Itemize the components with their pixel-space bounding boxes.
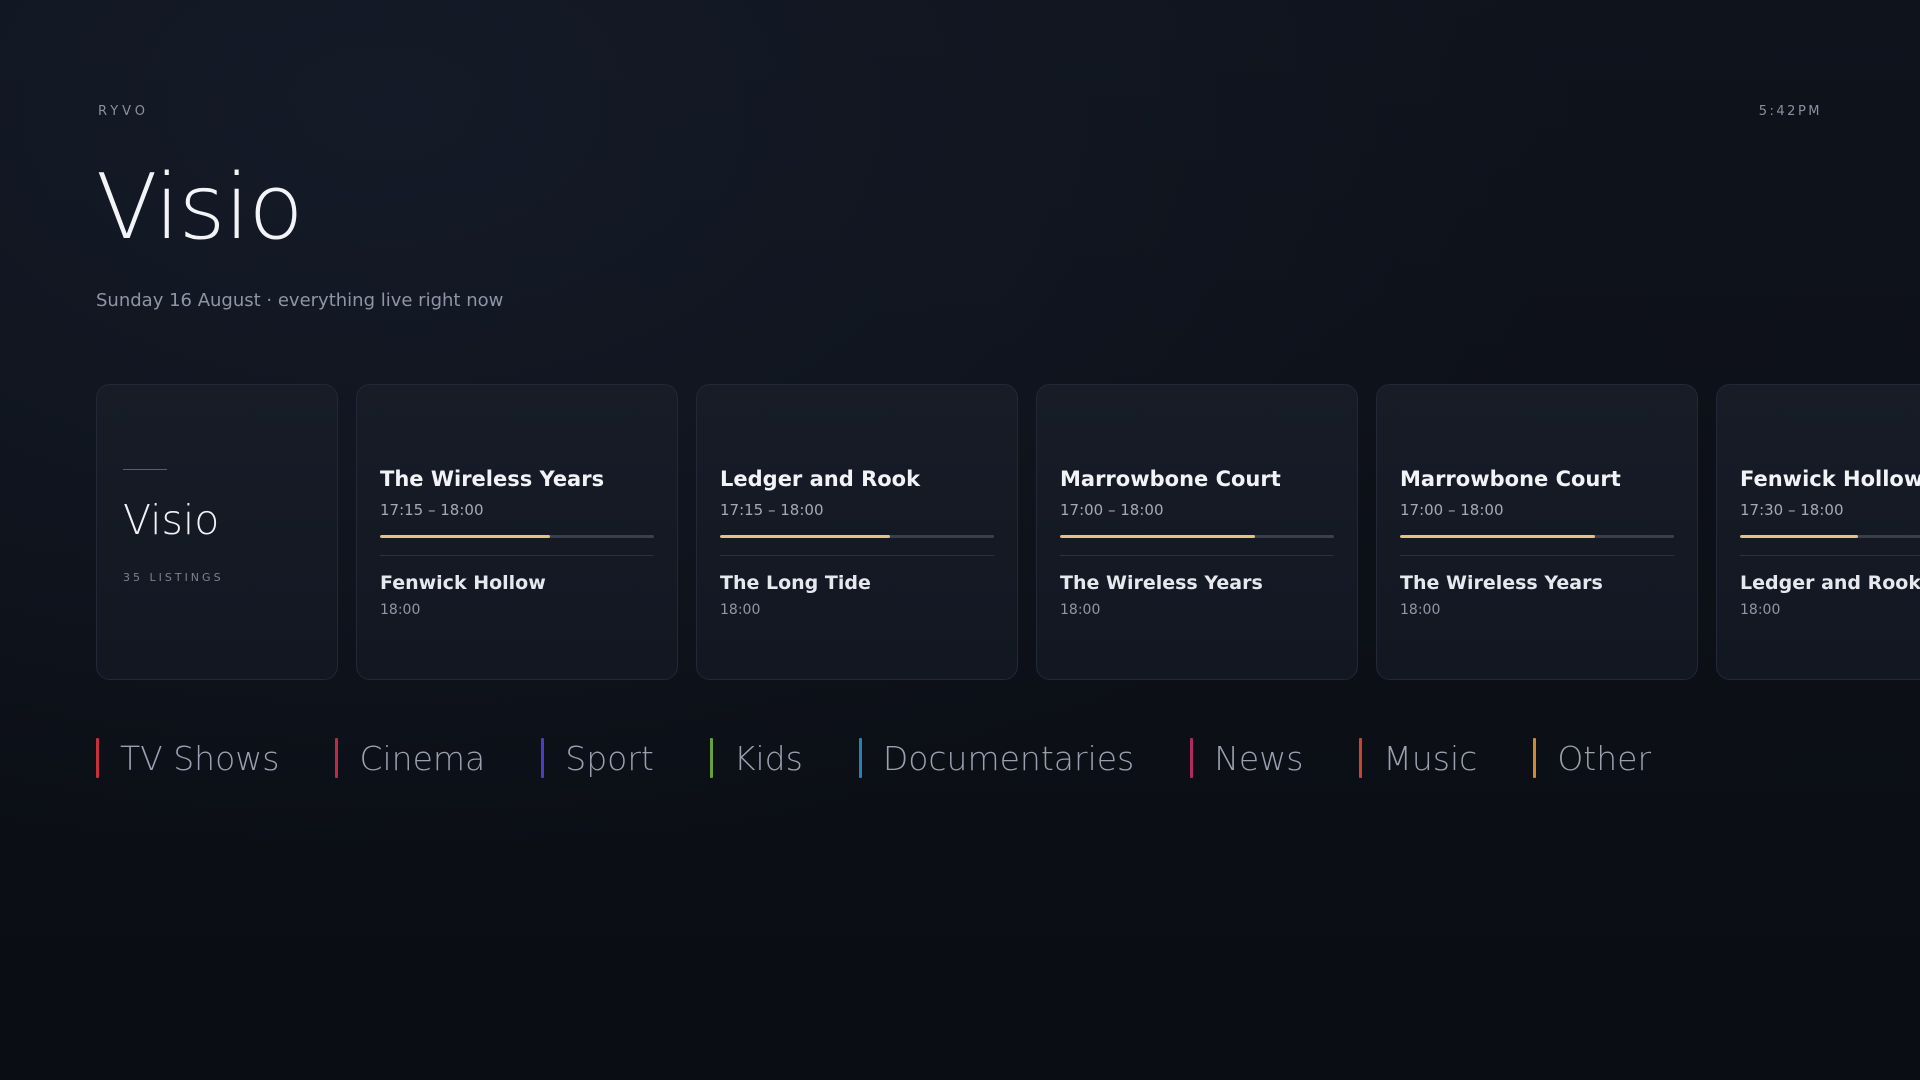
now-time: 17:15 – 18:00 xyxy=(720,501,824,519)
page-title: Visio xyxy=(96,155,304,260)
progress-fill xyxy=(720,535,890,538)
category-color-bar xyxy=(96,738,99,778)
channel-accent-rule xyxy=(123,469,167,470)
progress-bar xyxy=(1740,535,1920,538)
card-divider xyxy=(720,555,994,556)
progress-bar xyxy=(1400,535,1674,538)
next-title: The Wireless Years xyxy=(1060,572,1263,594)
category-sport[interactable]: Sport xyxy=(541,738,654,778)
listing-card[interactable]: Marrowbone Court 17:00 – 18:00 The Wirel… xyxy=(1376,384,1698,680)
category-label: Sport xyxy=(565,738,654,778)
next-title: The Long Tide xyxy=(720,572,871,594)
progress-bar xyxy=(1060,535,1334,538)
category-label: Cinema xyxy=(359,738,486,778)
next-title: Ledger and Rook xyxy=(1740,572,1920,594)
card-divider xyxy=(1060,555,1334,556)
category-color-bar xyxy=(335,738,339,778)
next-title: Fenwick Hollow xyxy=(380,572,546,594)
clock: 5:42PM xyxy=(1758,104,1822,119)
category-tv-shows[interactable]: TV Shows xyxy=(96,738,279,778)
now-title: The Wireless Years xyxy=(380,467,605,491)
channel-name: Visio xyxy=(123,496,220,544)
card-divider xyxy=(1400,555,1674,556)
progress-fill xyxy=(1400,535,1595,538)
category-label: Other xyxy=(1557,738,1652,778)
category-color-bar xyxy=(1190,738,1194,778)
card-divider xyxy=(380,555,654,556)
now-title: Marrowbone Court xyxy=(1060,467,1281,491)
category-nav: TV Shows Cinema Sport Kids Documentaries… xyxy=(96,738,1707,778)
next-time: 18:00 xyxy=(1400,602,1441,618)
category-label: Kids xyxy=(733,738,803,778)
now-time: 17:00 – 18:00 xyxy=(1400,501,1504,519)
category-label: Documentaries xyxy=(882,738,1135,778)
category-other[interactable]: Other xyxy=(1533,738,1651,778)
now-time: 17:15 – 18:00 xyxy=(380,501,484,519)
listing-card[interactable]: Marrowbone Court 17:00 – 18:00 The Wirel… xyxy=(1036,384,1358,680)
listing-card[interactable]: Fenwick Hollow 17:30 – 18:00 Ledger and … xyxy=(1716,384,1920,680)
category-color-bar xyxy=(1359,738,1363,778)
category-kids[interactable]: Kids xyxy=(709,738,803,778)
category-music[interactable]: Music xyxy=(1359,738,1477,778)
next-title: The Wireless Years xyxy=(1400,572,1603,594)
category-news[interactable]: News xyxy=(1190,738,1303,778)
now-time: 17:00 – 18:00 xyxy=(1060,501,1164,519)
category-label: Music xyxy=(1383,738,1478,778)
category-documentaries[interactable]: Documentaries xyxy=(858,738,1135,778)
category-label: News xyxy=(1214,738,1304,778)
progress-fill xyxy=(1740,535,1858,538)
listing-count: 35 LISTINGS xyxy=(123,571,224,584)
next-time: 18:00 xyxy=(380,602,421,618)
progress-bar xyxy=(720,535,994,538)
brand-logo: RYVO xyxy=(98,104,150,119)
next-time: 18:00 xyxy=(1060,602,1101,618)
listing-card[interactable]: The Wireless Years 17:15 – 18:00 Fenwick… xyxy=(356,384,678,680)
progress-fill xyxy=(380,535,550,538)
page-subtitle: Sunday 16 August · everything live right… xyxy=(96,290,504,311)
progress-fill xyxy=(1060,535,1255,538)
category-cinema[interactable]: Cinema xyxy=(335,738,485,778)
card-divider xyxy=(1740,555,1920,556)
now-title: Fenwick Hollow xyxy=(1740,467,1920,491)
now-time: 17:30 – 18:00 xyxy=(1740,501,1844,519)
listing-rail: Visio 35 LISTINGS The Wireless Years 17:… xyxy=(96,384,1920,680)
next-time: 18:00 xyxy=(1740,602,1781,618)
guide-screen: RYVO 5:42PM Visio Sunday 16 August · eve… xyxy=(0,0,1920,1080)
now-title: Ledger and Rook xyxy=(720,467,921,491)
channel-card[interactable]: Visio 35 LISTINGS xyxy=(96,384,338,680)
next-time: 18:00 xyxy=(720,602,761,618)
listing-card[interactable]: Ledger and Rook 17:15 – 18:00 The Long T… xyxy=(696,384,1018,680)
category-color-bar xyxy=(541,738,545,778)
category-color-bar xyxy=(1533,738,1537,778)
category-color-bar xyxy=(709,738,713,778)
category-color-bar xyxy=(858,738,862,778)
progress-bar xyxy=(380,535,654,538)
now-title: Marrowbone Court xyxy=(1400,467,1621,491)
category-label: TV Shows xyxy=(120,738,280,778)
